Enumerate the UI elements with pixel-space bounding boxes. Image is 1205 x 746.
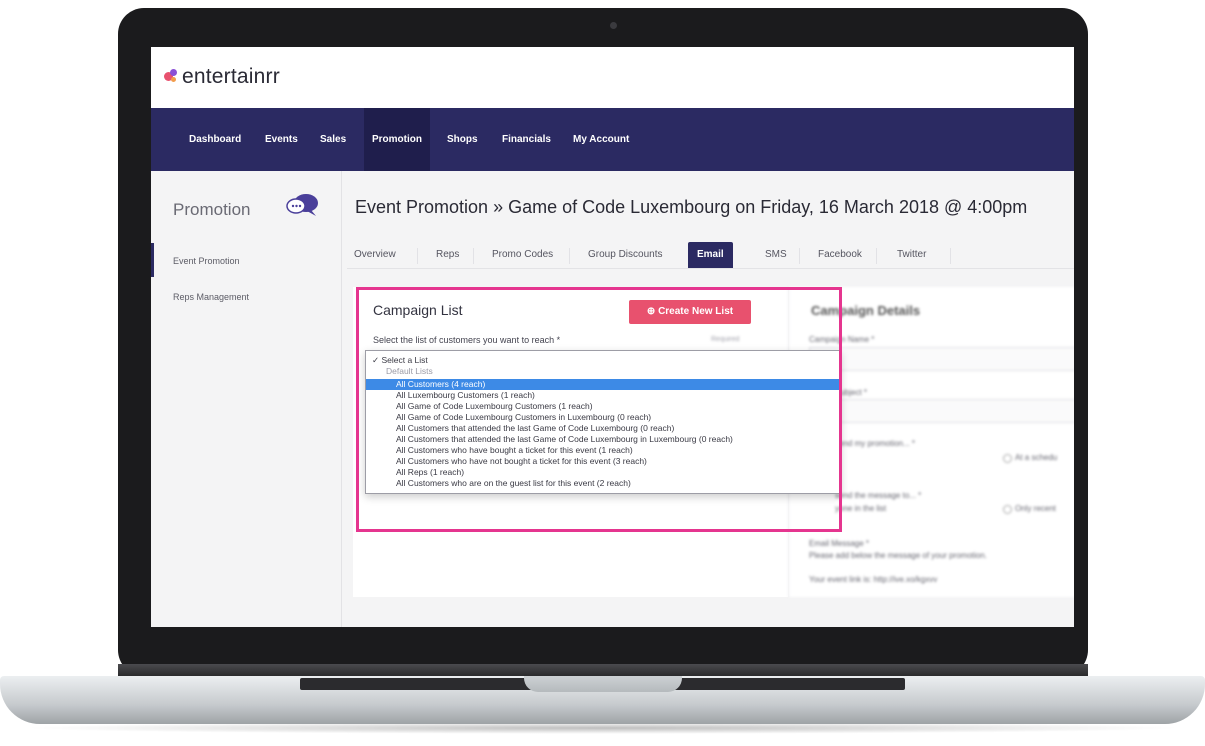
sidebar-item-event-promotion[interactable]: Event Promotion <box>173 256 240 266</box>
only-recent-radio[interactable] <box>1003 505 1012 514</box>
nav-my-account[interactable]: My Account <box>573 108 629 171</box>
nav-financials[interactable]: Financials <box>502 108 551 171</box>
tab-divider <box>876 248 877 264</box>
main-nav: Dashboard Events Sales Promotion Shops F… <box>151 108 1074 171</box>
email-message-hint: Please add below the message of your pro… <box>809 551 987 560</box>
tab-twitter[interactable]: Twitter <box>897 242 926 268</box>
page-title: Event Promotion » Game of Code Luxembour… <box>355 197 1028 217</box>
sidebar-title: Promotion <box>173 200 251 219</box>
brand-header: entertainrr <box>151 47 1074 108</box>
tab-email[interactable]: Email <box>688 242 733 268</box>
tab-promo-codes[interactable]: Promo Codes <box>492 242 553 268</box>
logo[interactable]: entertainrr <box>163 65 280 89</box>
nav-events[interactable]: Events <box>265 108 298 171</box>
logo-icon <box>163 69 179 85</box>
laptop-hinge <box>118 664 1088 676</box>
laptop-notch <box>524 676 682 692</box>
tab-divider <box>473 248 474 264</box>
tab-reps[interactable]: Reps <box>436 242 459 268</box>
tab-facebook[interactable]: Facebook <box>818 242 862 268</box>
tab-divider <box>569 248 570 264</box>
sidebar: Promotion Event Promotion Reps Managemen… <box>151 171 342 627</box>
only-recent-radio-label: Only recent <box>1015 504 1056 513</box>
tab-bar: Overview Reps Promo Codes Group Discount… <box>347 242 1074 269</box>
send-message-label: send the message to... * <box>835 491 922 500</box>
nav-shops[interactable]: Shops <box>447 108 478 171</box>
chat-bubbles-icon <box>286 194 318 216</box>
schedule-radio[interactable] <box>1003 454 1012 463</box>
laptop-frame: entertainrr Dashboard Events Sales Promo… <box>0 0 1205 746</box>
tab-divider <box>950 248 951 264</box>
app-screen: entertainrr Dashboard Events Sales Promo… <box>151 47 1074 627</box>
nav-sales[interactable]: Sales <box>320 108 346 171</box>
campaign-name-input[interactable] <box>809 347 1074 371</box>
sidebar-item-reps-management[interactable]: Reps Management <box>173 292 249 302</box>
subject-input[interactable] <box>809 399 1074 423</box>
tab-divider <box>417 248 418 264</box>
highlight-annotation <box>356 287 842 532</box>
nav-dashboard[interactable]: Dashboard <box>189 108 241 171</box>
email-message-label: Email Message * <box>809 539 870 548</box>
tab-overview[interactable]: Overview <box>354 242 396 268</box>
schedule-radio-label: At a schedu <box>1015 453 1058 462</box>
sidebar-active-indicator <box>151 243 154 277</box>
tab-divider <box>799 248 800 264</box>
tab-sms[interactable]: SMS <box>765 242 787 268</box>
everyone-radio-label: yone in the list <box>835 504 887 513</box>
nav-promotion[interactable]: Promotion <box>364 108 430 171</box>
camera-icon <box>610 22 617 29</box>
brand-name: entertainrr <box>182 65 280 88</box>
event-link-text: Your event link is: http://ive.xo/kgxvv <box>809 575 938 584</box>
send-promotion-label: send my promotion... * <box>835 439 916 448</box>
tab-group-discounts[interactable]: Group Discounts <box>588 242 662 268</box>
